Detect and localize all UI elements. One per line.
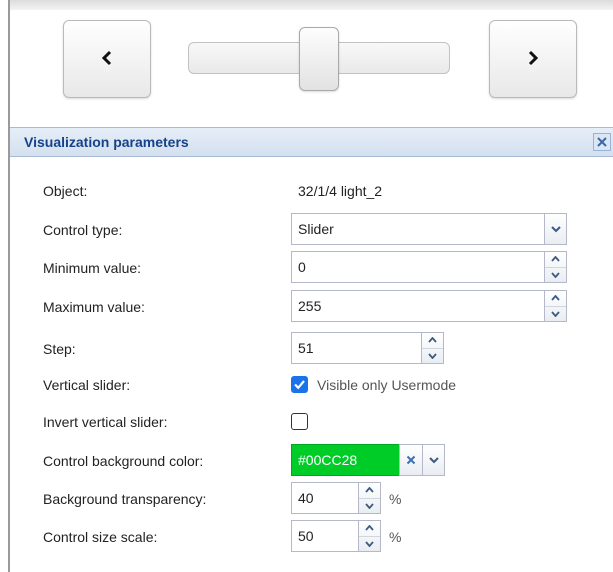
- next-button[interactable]: [489, 20, 577, 98]
- control-size-scale-value: 50: [298, 528, 314, 544]
- maximum-value-label: Maximum value:: [43, 299, 145, 315]
- window-top-edge: [8, 0, 613, 10]
- control-size-scale-field[interactable]: 50: [291, 520, 381, 552]
- minimum-value: 0: [298, 259, 306, 275]
- minimum-value-label: Minimum value:: [43, 260, 142, 276]
- spin-up-icon[interactable]: [545, 291, 566, 306]
- step-field[interactable]: 51: [291, 332, 444, 364]
- step-spinner[interactable]: [421, 332, 444, 364]
- minimum-value-spinner[interactable]: [544, 251, 567, 283]
- spin-up-icon[interactable]: [359, 521, 380, 536]
- invert-vertical-slider-label: Invert vertical slider:: [43, 414, 168, 430]
- spin-up-icon[interactable]: [359, 483, 380, 498]
- minimum-value-field[interactable]: 0: [291, 251, 567, 283]
- object-label: Object:: [43, 183, 88, 199]
- chevron-down-icon[interactable]: [544, 213, 567, 245]
- spin-down-icon[interactable]: [545, 266, 566, 283]
- spin-up-icon[interactable]: [422, 333, 443, 348]
- spin-down-icon[interactable]: [359, 535, 380, 552]
- maximum-value: 255: [298, 298, 322, 314]
- vertical-slider-checkbox[interactable]: [291, 376, 308, 393]
- previous-button[interactable]: [63, 20, 151, 98]
- invert-vertical-slider-checkbox[interactable]: [291, 413, 308, 430]
- step-label: Step:: [43, 341, 76, 357]
- control-size-scale-unit: %: [389, 529, 402, 545]
- background-transparency-spinner[interactable]: [358, 482, 381, 514]
- background-transparency-value: 40: [298, 490, 314, 506]
- chevron-down-icon[interactable]: [422, 444, 445, 476]
- checkmark-icon: [294, 380, 305, 390]
- control-background-color-field[interactable]: #00CC28: [291, 444, 445, 476]
- panel-header: Visualization parameters: [10, 127, 613, 157]
- close-icon[interactable]: [593, 133, 611, 151]
- control-type-select[interactable]: Slider: [291, 213, 567, 245]
- spin-down-icon[interactable]: [545, 305, 566, 322]
- slider-thumb[interactable]: [299, 27, 339, 91]
- window-left-edge: [8, 0, 10, 572]
- step-value: 51: [298, 340, 314, 356]
- maximum-value-field[interactable]: 255: [291, 290, 567, 322]
- object-value: 32/1/4 light_2: [298, 183, 383, 199]
- control-background-color-value: #00CC28: [298, 452, 358, 468]
- background-transparency-label: Background transparency:: [43, 491, 207, 507]
- background-transparency-unit: %: [389, 491, 402, 507]
- spin-down-icon[interactable]: [359, 497, 380, 514]
- panel-title: Visualization parameters: [24, 134, 189, 150]
- control-type-label: Control type:: [43, 222, 123, 238]
- visible-only-usermode-label: Visible only Usermode: [317, 377, 457, 393]
- chevron-left-icon: [100, 50, 114, 69]
- chevron-right-icon: [526, 50, 540, 69]
- background-transparency-field[interactable]: 40: [291, 482, 381, 514]
- control-size-scale-spinner[interactable]: [358, 520, 381, 552]
- maximum-value-spinner[interactable]: [544, 290, 567, 322]
- control-background-color-label: Control background color:: [43, 453, 204, 469]
- spin-up-icon[interactable]: [545, 252, 566, 267]
- clear-icon[interactable]: [399, 444, 422, 476]
- vertical-slider-label: Vertical slider:: [43, 377, 131, 393]
- spin-down-icon[interactable]: [422, 347, 443, 364]
- control-type-value: Slider: [298, 221, 334, 237]
- control-size-scale-label: Control size scale:: [43, 529, 158, 545]
